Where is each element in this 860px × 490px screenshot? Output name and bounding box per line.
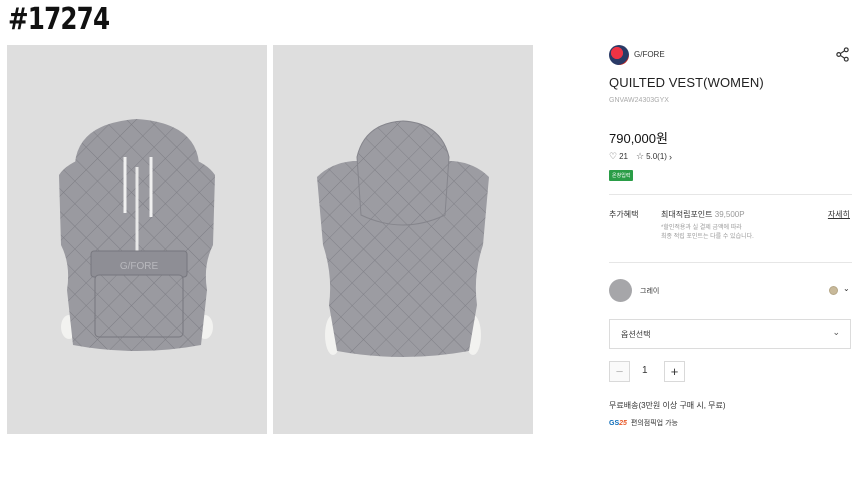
product-image-back[interactable] — [273, 45, 533, 434]
chevron-down-icon: ⌄ — [832, 327, 840, 337]
divider — [609, 194, 852, 195]
color-swatch[interactable] — [609, 279, 632, 302]
quantity-increase-button[interactable]: + — [664, 361, 685, 382]
benefit-label: 추가혜택 — [609, 210, 639, 219]
star-icon: ☆ — [635, 151, 645, 161]
product-code: GNVAW24303GYX — [609, 97, 669, 104]
brand-row: G/FORE — [609, 45, 852, 65]
vest-front-illustration: G/FORE — [59, 119, 215, 351]
benefit-note: *할인적용과 실 결제 금액에 따라 최종 적립 포인트는 다를 수 있습니다. — [661, 224, 851, 242]
product-badge: 온창입력 — [609, 170, 634, 181]
brand-logo[interactable] — [609, 45, 629, 65]
product-info-panel: G/FORE QUILTED VEST(WOMEN) GNVAW24303GYX… — [609, 0, 852, 490]
option-select[interactable]: 옵션선택 ⌄ — [609, 319, 851, 349]
brand-name[interactable]: G/FORE — [634, 50, 665, 59]
like-count: 21 — [619, 152, 628, 161]
pickup-info: GS25 편의점픽업 가능 — [609, 418, 678, 428]
watermark-id: #17274 — [8, 2, 110, 37]
chevron-right-icon[interactable]: › — [669, 152, 672, 162]
rating-text[interactable]: 5.0(1) — [646, 152, 667, 161]
chevron-down-icon[interactable]: ⌄ — [843, 284, 850, 293]
quantity-decrease-button[interactable]: − — [609, 361, 630, 382]
product-price: 790,000원 — [609, 131, 668, 146]
product-image-front[interactable]: G/FORE — [7, 45, 267, 434]
benefit-note-line1: *할인적용과 실 결제 금액에 따라 — [661, 225, 742, 231]
benefit-title: 최대적립포인트 39,500P — [661, 209, 745, 220]
benefit-detail-link[interactable]: 자세히 — [828, 209, 850, 220]
gs25-logo: GS25 — [609, 419, 627, 427]
product-stats: ♡ 21 ☆ 5.0(1) › — [609, 151, 672, 162]
color-option-dot[interactable] — [829, 286, 838, 295]
vest-logo-text: G/FORE — [120, 261, 159, 272]
share-icon[interactable] — [835, 47, 850, 62]
benefit-title-text: 최대적립포인트 — [661, 210, 713, 219]
vest-back-illustration — [317, 120, 489, 357]
quantity-value[interactable]: 1 — [642, 365, 648, 376]
heart-icon[interactable]: ♡ — [609, 151, 617, 162]
product-title: QUILTED VEST(WOMEN) — [609, 75, 764, 90]
benefit-points: 39,500P — [714, 210, 745, 219]
benefit-note-line2: 최종 적립 포인트는 다를 수 있습니다. — [661, 234, 754, 240]
shipping-info: 무료배송(3만원 이상 구매 시, 무료) — [609, 401, 726, 410]
pickup-text: 편의점픽업 가능 — [630, 420, 678, 427]
option-select-label: 옵션선택 — [621, 330, 651, 339]
divider — [609, 262, 852, 263]
color-name: 그레이 — [640, 288, 660, 295]
